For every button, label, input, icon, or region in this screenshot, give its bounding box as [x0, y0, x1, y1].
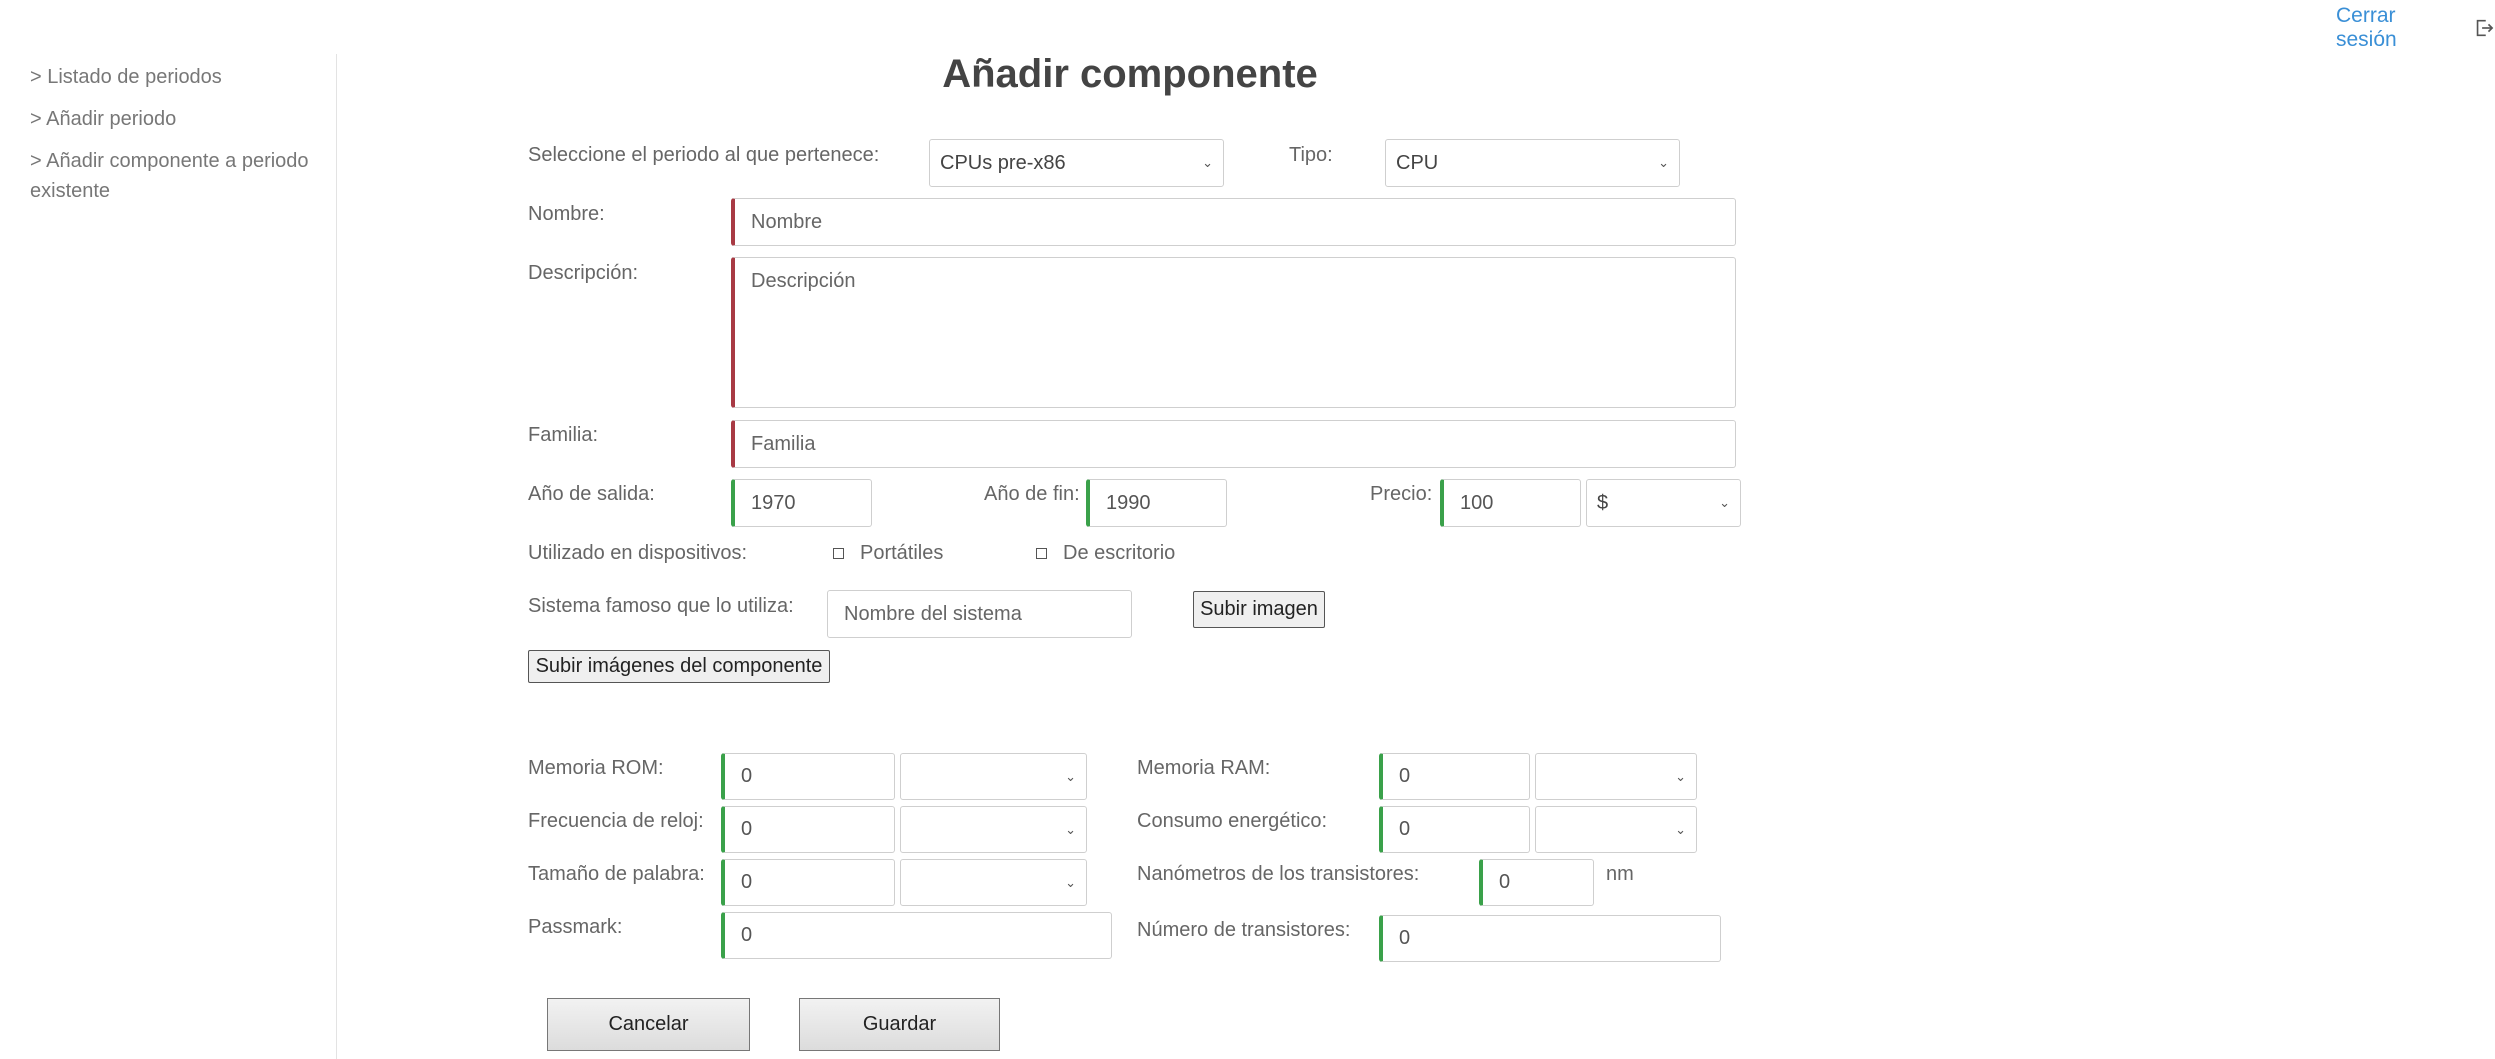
chevron-down-icon: ⌄ [1065, 821, 1076, 837]
memoria-ram-label: Memoria RAM: [1137, 757, 1271, 779]
portatiles-label: Portátiles [860, 542, 944, 564]
nanometros-label: Nanómetros de los transistores: [1137, 863, 1420, 885]
memoria-rom-unit-select[interactable]: ⌄ [900, 753, 1087, 800]
passmark-input[interactable] [721, 912, 1112, 959]
consumo-label: Consumo energético: [1137, 810, 1328, 832]
tipo-label: Tipo: [1289, 144, 1333, 166]
memoria-rom-label: Memoria ROM: [528, 757, 664, 779]
precio-label: Precio: [1370, 483, 1433, 505]
consumo-input[interactable] [1379, 806, 1530, 853]
sidebar-item-anadir-componente[interactable]: > Añadir componente a periodo existente [30, 146, 330, 206]
anio-fin-input[interactable] [1086, 479, 1227, 527]
periodo-select-value: CPUs pre-x86 [940, 151, 1066, 174]
memoria-ram-unit-select[interactable]: ⌄ [1535, 753, 1697, 800]
sidebar-item-listado-periodos[interactable]: > Listado de periodos [30, 62, 330, 92]
sistema-input[interactable] [827, 590, 1132, 638]
subir-imagenes-componente-button[interactable]: Subir imágenes del componente [528, 650, 830, 683]
familia-input[interactable] [731, 420, 1736, 468]
sistema-label: Sistema famoso que lo utiliza: [528, 595, 794, 617]
chevron-down-icon: ⌄ [1675, 821, 1686, 837]
palabra-label: Tamaño de palabra: [528, 863, 705, 885]
num-transistores-label: Número de transistores: [1137, 919, 1351, 941]
num-transistores-input[interactable] [1379, 915, 1721, 962]
chevron-down-icon: ⌄ [1065, 768, 1076, 784]
logout-label: Cerrar sesión [2336, 4, 2397, 51]
nanometros-unit: nm [1606, 863, 1634, 885]
frecuencia-label: Frecuencia de reloj: [528, 810, 704, 832]
memoria-ram-input[interactable] [1379, 753, 1530, 800]
nombre-label: Nombre: [528, 203, 605, 225]
consumo-unit-select[interactable]: ⌄ [1535, 806, 1697, 853]
anio-salida-input[interactable] [731, 479, 872, 527]
passmark-label: Passmark: [528, 916, 623, 938]
anio-fin-label: Año de fin: [984, 483, 1080, 505]
nanometros-input[interactable] [1479, 859, 1594, 906]
periodo-label: Seleccione el periodo al que pertenece: [528, 144, 880, 166]
escritorio-checkbox[interactable] [1036, 548, 1047, 559]
chevron-down-icon: ⌄ [1719, 495, 1730, 510]
chevron-down-icon: ⌄ [1658, 155, 1669, 170]
logout-icon [2476, 19, 2494, 37]
palabra-unit-select[interactable]: ⌄ [900, 859, 1087, 906]
sidebar-nav: > Listado de periodos > Añadir periodo >… [30, 62, 330, 218]
memoria-rom-input[interactable] [721, 753, 895, 800]
currency-select[interactable]: $ ⌄ [1586, 479, 1741, 527]
palabra-input[interactable] [721, 859, 895, 906]
frecuencia-input[interactable] [721, 806, 895, 853]
chevron-down-icon: ⌄ [1065, 874, 1076, 890]
tipo-select[interactable]: CPU ⌄ [1385, 139, 1680, 187]
nombre-input[interactable] [731, 198, 1736, 246]
dispositivos-label: Utilizado en dispositivos: [528, 542, 747, 564]
tipo-select-value: CPU [1396, 151, 1439, 174]
escritorio-label: De escritorio [1063, 542, 1176, 564]
frecuencia-unit-select[interactable]: ⌄ [900, 806, 1087, 853]
sidebar-item-anadir-periodo[interactable]: > Añadir periodo [30, 104, 330, 134]
periodo-select[interactable]: CPUs pre-x86 ⌄ [929, 139, 1224, 187]
save-button[interactable]: Guardar [799, 998, 1000, 1051]
sidebar-divider [336, 54, 337, 1059]
page-title: Añadir componente [942, 52, 1318, 96]
logout-link[interactable]: Cerrar sesión [2336, 4, 2495, 52]
cancel-button[interactable]: Cancelar [547, 998, 750, 1051]
subir-imagen-button[interactable]: Subir imagen [1193, 591, 1325, 628]
portatiles-checkbox[interactable] [833, 548, 844, 559]
chevron-down-icon: ⌄ [1675, 768, 1686, 784]
precio-input[interactable] [1440, 479, 1581, 527]
familia-label: Familia: [528, 424, 599, 446]
chevron-down-icon: ⌄ [1202, 155, 1213, 170]
descripcion-textarea[interactable] [731, 257, 1736, 408]
descripcion-label: Descripción: [528, 262, 639, 284]
currency-select-value: $ [1597, 491, 1609, 514]
anio-salida-label: Año de salida: [528, 483, 655, 505]
